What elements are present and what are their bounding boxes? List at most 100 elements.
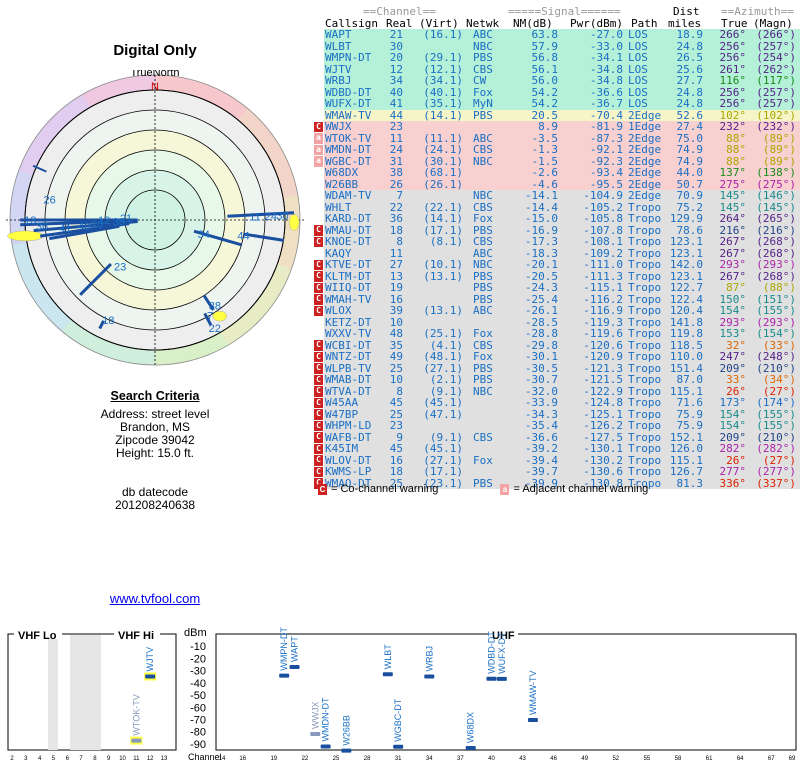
cell-call: WMPN-DT: [325, 51, 372, 64]
cell-pwr: -92.1: [589, 143, 623, 156]
uhf-channel-tick: 67: [768, 756, 775, 762]
cell-mag: (232°): [756, 120, 796, 133]
warning-legend: C = Co-channel warning a = Adjacent channe…: [318, 483, 648, 495]
cell-real: 41: [389, 97, 403, 110]
cell-call: WDAM-TV: [325, 189, 372, 202]
cell-pwr: -130.6: [583, 465, 623, 478]
cell-az: 154°: [719, 304, 747, 317]
uhf-channel-tick: 55: [644, 756, 651, 762]
vhf-channel-tick: 13: [161, 756, 168, 762]
cell-nm: -39.2: [524, 442, 558, 455]
cell-real: 45: [389, 396, 403, 409]
spectrum-chart: VHF Lo VHF Hi UHFdBm-10-20-30-40-50-60-70-…: [7, 627, 797, 762]
cell-nm: -26.1: [524, 304, 558, 317]
uhf-channel-tick: 16: [239, 756, 246, 762]
cell-dist: 120.4: [669, 304, 703, 317]
cell-virt: (14.1): [423, 212, 463, 225]
cell-mag: (138°): [756, 166, 796, 179]
table-row: C WMAB-DT 10 (2.1) PBS -30.7 -121.5 Tropo 87.0 33…: [314, 374, 800, 386]
cell-virt: (16.1): [423, 28, 463, 41]
co-channel-warning-badge: C: [314, 121, 323, 132]
table-row: WAPT 21 (16.1) ABC 63.8 -27.0 LOS 18.9 266° (266°…: [318, 29, 800, 41]
cell-pwr: -108.1: [583, 235, 623, 248]
cell-path: Tropo: [628, 304, 662, 317]
cell-path: Tropo: [628, 350, 662, 363]
cell-virt: (35.1): [423, 97, 463, 110]
cell-call: WMDN-DT: [325, 143, 372, 156]
uhf-channel-tick: 52: [612, 756, 619, 762]
cell-pwr: -115.1: [583, 281, 623, 294]
cell-dist: 75.9: [676, 419, 704, 432]
table-row: C WHPM-LD 23 -35.4 -126.2 Tropo 75.9 154° (155°): [314, 420, 800, 432]
cell-dist: 119.8: [669, 327, 703, 340]
dbm-tick-label: -80: [190, 727, 206, 739]
cell-nm: -30.1: [524, 350, 558, 363]
table-row: C KNOE-DT 8 (8.1) CBS -17.3 -108.1 Tropo 123.1 26…: [314, 236, 800, 248]
cell-virt: (13.1): [423, 269, 463, 283]
cell-virt: (47.1): [423, 407, 463, 421]
cell-dist: 87.0: [676, 373, 704, 386]
cell-mag: (174°): [756, 396, 796, 409]
adjacent-channel-warning-badge: a: [314, 156, 323, 167]
table-row: W68DX 38 (68.1) -2.6 -93.4 2Edge 44.0 137° (138°…: [318, 167, 800, 179]
cell-dist: 24.8: [676, 97, 704, 110]
true-north-label: TrueNorth: [130, 70, 179, 79]
cell-real: 36: [389, 212, 403, 225]
cell-virt: (13.1): [423, 304, 463, 317]
cell-pwr: -121.5: [583, 373, 623, 386]
table-row: KARD-DT 36 (14.1) Fox -15.0 -105.8 Tropo 129.9 2…: [318, 213, 800, 225]
station-label: W68DX: [466, 712, 476, 743]
cell-real: 8: [396, 235, 403, 248]
cell-net: NBC: [473, 154, 493, 168]
vhf-gap-band: [70, 635, 102, 750]
cell-call: KWMS-LP: [325, 465, 372, 478]
cell-dist: 110.0: [669, 350, 703, 363]
vhf-channel-tick: 10: [119, 756, 126, 762]
cell-mag: (248°): [756, 350, 796, 363]
cell-net: [473, 121, 503, 133]
cell-path: Tropo: [628, 281, 662, 294]
cell-path: 2Edge: [628, 143, 662, 156]
cell-dist: 18.9: [676, 28, 704, 41]
cell-path: Tropo: [628, 465, 662, 478]
cell-pwr: -36.7: [589, 97, 623, 110]
cell-nm: -14.1: [524, 189, 558, 202]
cell-virt: (68.1): [423, 166, 463, 179]
cell-mag: (146°): [756, 189, 796, 202]
cell-dist: 126.7: [669, 465, 703, 478]
station-label: WMDN-DT: [321, 697, 331, 741]
uhf-channel-tick: 25: [333, 756, 340, 762]
uhf-channel-tick: 64: [737, 756, 744, 762]
uhf-channel-tick: 31: [395, 756, 402, 762]
co-channel-warning-badge: C: [314, 432, 323, 443]
cell-path: LOS: [628, 74, 648, 87]
adjacent-channel-warning-badge: a: [314, 144, 323, 155]
cell-net: Fox: [473, 350, 493, 363]
cell-pwr: -126.2: [583, 419, 623, 432]
uhf-channel-tick: 69: [789, 756, 796, 762]
cell-real: 7: [396, 189, 403, 202]
cell-dist: 71.6: [676, 396, 704, 409]
cell-real: 19: [389, 281, 403, 294]
cell-net: [473, 466, 503, 478]
cell-az: 277°: [719, 465, 747, 478]
vhf-channel-tick: 8: [93, 756, 97, 762]
dbm-tick-label: -60: [190, 702, 206, 714]
cell-net: Fox: [473, 212, 493, 225]
tvfool-link[interactable]: www.tvfool.com: [0, 591, 310, 606]
cell-real: 34: [389, 74, 403, 87]
co-channel-swatch: C: [318, 483, 327, 495]
cell-dist: 129.9: [669, 212, 703, 225]
uhf-channel-tick: 40: [488, 756, 495, 762]
station-marker: [145, 674, 156, 679]
station-marker: [289, 664, 300, 669]
dbm-tick-label: -10: [190, 641, 206, 653]
cell-virt: (24.1): [423, 143, 463, 156]
co-channel-warning-badge: C: [314, 466, 323, 477]
cell-net: NBC: [473, 189, 493, 202]
station-marker: [527, 717, 538, 722]
cell-virt: [408, 420, 463, 432]
cell-real: 18: [389, 465, 403, 478]
uhf-channel-tick: 43: [519, 756, 526, 762]
header-channel-group: ==Channel==: [363, 5, 436, 18]
